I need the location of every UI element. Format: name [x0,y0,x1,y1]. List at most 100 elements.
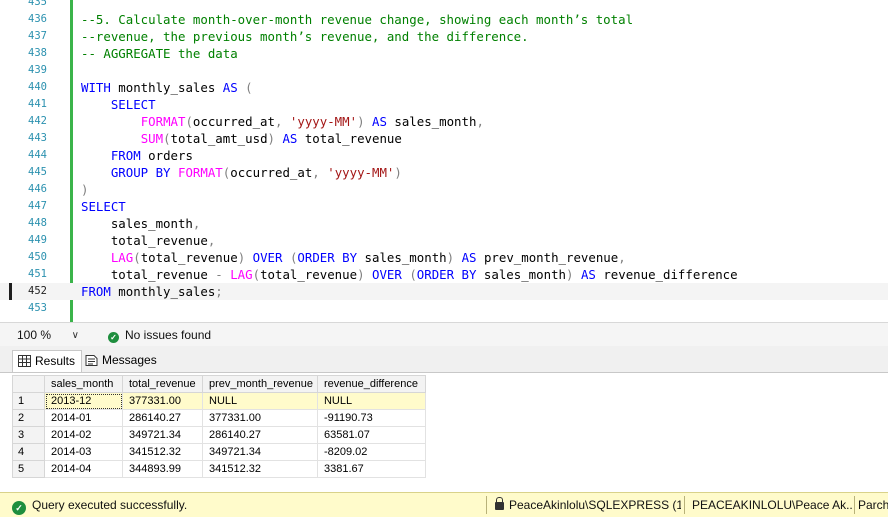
line-number: 442 [28,115,47,127]
column-header[interactable]: sales_month [44,375,123,393]
code-token: GROUP BY [110,165,171,180]
line-number: 445 [28,166,47,178]
code-token: FORMAT [140,114,186,129]
code-line[interactable]: 444 FROM orders [0,147,888,164]
table-row[interactable]: 2 2014-01 286140.27 377331.00 -91190.73 [12,409,426,427]
code-token: WITH [81,80,111,95]
table-row[interactable]: 4 2014-03 341512.32 349721.34 -8209.02 [12,443,426,461]
table-cell[interactable]: 344893.99 [122,460,203,478]
line-number: 453 [28,302,47,314]
code-token: monthly_sales [110,80,223,95]
code-token: ( [185,114,193,129]
column-header[interactable]: revenue_difference [316,375,426,393]
column-header[interactable]: total_revenue [122,375,203,393]
code-line[interactable]: 450 LAG(total_revenue) OVER (ORDER BY sa… [0,249,888,266]
issues-label: No issues found [125,328,212,342]
code-token: total_revenue [260,267,358,282]
code-line[interactable]: 437 --revenue, the previous month’s reven… [0,28,888,45]
table-cell[interactable]: NULL [316,392,426,410]
grid-icon [18,355,31,367]
table-cell[interactable]: -8209.02 [316,443,426,461]
table-row[interactable]: 5 2014-04 344893.99 341512.32 3381.67 [12,460,426,478]
code-line[interactable]: 452 FROM monthly_sales; [0,283,888,300]
code-line[interactable]: 441 SELECT [0,96,888,113]
user-text: PEACEAKINLOLU\Peace Ak... [692,498,852,512]
code-token: sales_month [357,250,447,265]
table-row[interactable]: 1 2013-12 377331.00 NULL NULL [12,392,426,410]
code-line[interactable]: 451 total_revenue - LAG(total_revenue) O… [0,266,888,283]
code-line[interactable]: 446) [0,181,888,198]
table-cell[interactable]: -91190.73 [316,409,426,427]
code-token: ( [237,80,253,95]
issues-indicator[interactable]: ✓ No issues found [108,327,211,343]
row-number[interactable]: 5 [12,460,45,478]
sql-editor[interactable]: 435 436 --5. Calculate month-over-month re… [0,0,888,322]
code-line[interactable]: 448 sales_month, [0,215,888,232]
database-field: Parch [858,493,888,517]
table-cell[interactable]: 2014-02 [44,426,123,444]
code-token: ) [394,165,402,180]
code-text: SELECT [81,96,156,113]
table-cell[interactable]: 286140.27 [122,409,203,427]
code-token: total_amt_usd [170,131,268,146]
table-row[interactable]: 3 2014-02 349721.34 286140.27 63581.07 [12,426,426,444]
table-cell[interactable]: 63581.07 [316,426,426,444]
code-token: LAG [110,250,134,265]
code-line[interactable]: 445 GROUP BY FORMAT(occurred_at, 'yyyy-M… [0,164,888,181]
row-number[interactable]: 1 [12,392,45,410]
code-text: ) [81,181,88,198]
table-cell[interactable]: 2013-12 [44,392,123,410]
code-line[interactable]: 443 SUM(total_amt_usd) AS total_revenue [0,130,888,147]
code-line[interactable]: 439 [0,62,888,79]
tab-results[interactable]: Results [12,350,83,372]
code-line[interactable]: 435 [0,0,888,11]
table-cell[interactable]: 341512.32 [202,460,318,478]
code-token: AS [282,131,298,146]
row-number[interactable]: 4 [12,443,45,461]
server-text: PeaceAkinlolu\SQLEXPRESS (1... [509,498,681,512]
line-number: 447 [28,200,47,212]
results-grid[interactable]: sales_month total_revenue prev_month_rev… [0,372,888,492]
code-line[interactable]: 447 SELECT [0,198,888,215]
zoom-dropdown[interactable]: 100 % ∨ [8,325,88,344]
table-cell[interactable]: 341512.32 [122,443,203,461]
code-line[interactable]: 449 total_revenue, [0,232,888,249]
table-cell[interactable]: 2014-03 [44,443,123,461]
table-cell[interactable]: 349721.34 [122,426,203,444]
table-cell[interactable]: 377331.00 [202,409,318,427]
code-token: , [207,233,216,248]
table-cell[interactable]: 3381.67 [316,460,426,478]
code-token: FROM [110,148,141,163]
code-token: total_revenue [81,267,216,282]
code-token: SELECT [81,199,126,214]
row-header-corner[interactable] [12,375,45,393]
row-number[interactable]: 2 [12,409,45,427]
row-number[interactable]: 3 [12,426,45,444]
code-token: , [618,250,626,265]
code-line[interactable]: 453 [0,300,888,317]
code-text: --5. Calculate month-over-month revenue … [81,11,633,28]
code-text: SUM(total_amt_usd) AS total_revenue [81,130,402,147]
table-cell[interactable]: 349721.34 [202,443,318,461]
check-circle-icon: ✓ [12,501,26,515]
table-cell[interactable]: 2014-04 [44,460,123,478]
tab-messages[interactable]: Messages [80,350,163,372]
tab-messages-label: Messages [102,353,157,367]
table-cell[interactable]: 286140.27 [202,426,318,444]
column-header[interactable]: prev_month_revenue [202,375,318,393]
code-line[interactable]: 442 FORMAT(occurred_at, 'yyyy-MM') AS sa… [0,113,888,130]
table-cell[interactable]: NULL [202,392,318,410]
code-line[interactable]: 440 WITH monthly_sales AS ( [0,79,888,96]
table-cell[interactable]: 2014-01 [44,409,123,427]
code-token: , [192,216,201,231]
table-cell[interactable]: 377331.00 [122,392,203,410]
code-line[interactable]: 438 -- AGGREGATE the data [0,45,888,62]
code-line[interactable]: 436 --5. Calculate month-over-month reven… [0,11,888,28]
line-number: 451 [28,268,47,280]
code-token: AS [372,114,387,129]
